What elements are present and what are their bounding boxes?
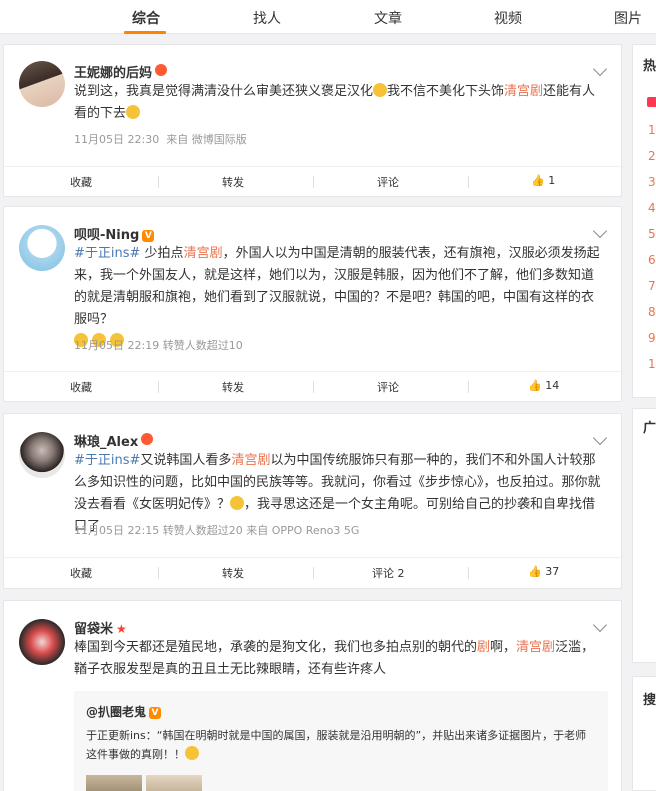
keyword-highlight[interactable]: 清宫剧 bbox=[184, 246, 223, 261]
source: 转赞人数超过10 bbox=[162, 339, 243, 352]
like-button[interactable]: 👍 37 bbox=[528, 565, 559, 578]
tab-people[interactable]: 找人 bbox=[253, 8, 281, 28]
hot-rank[interactable]: 9 bbox=[648, 331, 656, 345]
thumbs-up-icon: 👍 bbox=[528, 565, 542, 578]
chevron-down-icon[interactable] bbox=[592, 61, 608, 77]
keyword-highlight[interactable]: 清宫剧 bbox=[504, 84, 543, 99]
tab-images[interactable]: 图片 bbox=[614, 8, 642, 28]
post-card: 留袋米 ★ 棒国到今天都还是殖民地，承袭的是狗文化，我们也多拍点别的朝代的剧啊，清… bbox=[3, 600, 622, 791]
active-tab-indicator bbox=[124, 31, 166, 34]
comment-button[interactable]: 评论 bbox=[377, 379, 399, 395]
divider bbox=[158, 381, 159, 393]
collect-button[interactable]: 收藏 bbox=[70, 565, 92, 581]
member-badge-icon bbox=[155, 64, 168, 76]
hot-rank[interactable]: 2 bbox=[648, 149, 656, 163]
divider bbox=[468, 567, 469, 579]
ad-panel: 广 bbox=[632, 408, 656, 663]
hot-rank[interactable]: 8 bbox=[648, 305, 656, 319]
avatar[interactable] bbox=[19, 432, 65, 478]
tab-videos[interactable]: 视频 bbox=[494, 8, 522, 28]
post-text: 棒国到今天都还是殖民地，承袭的是狗文化，我们也多拍点别的朝代的剧啊，清宫剧泛滥，… bbox=[74, 640, 595, 677]
divider bbox=[313, 381, 314, 393]
quote-image[interactable] bbox=[146, 775, 202, 791]
keyword-highlight[interactable]: 清宫剧 bbox=[516, 640, 555, 655]
ad-panel-title: 广 bbox=[643, 421, 656, 436]
comment-button[interactable]: 评论 2 bbox=[372, 565, 405, 581]
post-card: 呗呗-Ning V #于正ins# 少拍点清宫剧，外国人以为中国是清朝的服装代表，… bbox=[3, 206, 622, 402]
action-bar: 收藏 转发 评论 👍 1 bbox=[4, 166, 621, 196]
thumbs-up-icon: 👍 bbox=[528, 379, 542, 392]
timestamp[interactable]: 11月05日 22:19 bbox=[74, 339, 159, 352]
hot-rank[interactable]: 1 bbox=[648, 123, 656, 137]
search-panel-title: 搜 bbox=[643, 693, 656, 708]
thumbs-up-icon: 👍 bbox=[531, 174, 545, 187]
tab-comprehensive[interactable]: 综合 bbox=[132, 8, 160, 28]
topic-link[interactable]: #于正ins# bbox=[74, 246, 140, 261]
source: 来自 微博国际版 bbox=[166, 133, 247, 146]
keyword-highlight[interactable]: 清宫剧 bbox=[231, 453, 270, 468]
action-bar: 收藏 转发 评论 2 👍 37 bbox=[4, 557, 621, 587]
emoji-icon bbox=[126, 105, 141, 119]
quoted-post[interactable]: @扒圈老鬼 V 于正更新ins：“韩国在明朝时就是中国的属国，服装就是沿用明朝的”… bbox=[74, 691, 608, 791]
hot-rank[interactable]: 4 bbox=[648, 201, 656, 215]
avatar[interactable] bbox=[19, 619, 65, 665]
emoji-icon bbox=[230, 496, 245, 510]
like-button[interactable]: 👍 1 bbox=[531, 174, 555, 187]
divider bbox=[158, 567, 159, 579]
avatar[interactable] bbox=[19, 61, 65, 107]
hot-search-panel: 热 1 2 3 4 5 6 7 8 9 10 bbox=[632, 44, 656, 398]
verified-badge-icon: V bbox=[149, 707, 162, 719]
collect-button[interactable]: 收藏 bbox=[70, 379, 92, 395]
divider bbox=[158, 176, 159, 188]
username[interactable]: 呗呗-Ning V bbox=[74, 224, 155, 243]
source: 转赞人数超过20 来自 OPPO Reno3 5G bbox=[162, 524, 360, 537]
topic-link[interactable]: #于正ins# bbox=[74, 453, 140, 468]
action-bar: 收藏 转发 评论 👍 14 bbox=[4, 371, 621, 401]
repost-button[interactable]: 转发 bbox=[222, 379, 244, 395]
top-nav: 综合 找人 文章 视频 图片 bbox=[0, 0, 656, 34]
username[interactable]: 王妮娜的后妈 bbox=[74, 62, 168, 81]
post-meta: 11月05日 22:30 来自 微博国际版 bbox=[74, 131, 247, 147]
post-card: 王妮娜的后妈 说到这，我真是觉得满清没什么审美还狭义褒足汉化 我不信不美化下头饰清… bbox=[3, 44, 622, 197]
member-badge-icon bbox=[141, 433, 154, 445]
comment-button[interactable]: 评论 bbox=[377, 174, 399, 190]
username[interactable]: 琳琅_Alex bbox=[74, 431, 154, 450]
thumbs-up-emoji-icon bbox=[185, 746, 199, 760]
timestamp[interactable]: 11月05日 22:30 bbox=[74, 133, 159, 146]
hot-rank[interactable]: 10 bbox=[648, 357, 656, 371]
hot-rank[interactable]: 5 bbox=[648, 227, 656, 241]
post-meta: 11月05日 22:19 转赞人数超过10 bbox=[74, 337, 243, 353]
chevron-down-icon[interactable] bbox=[592, 617, 608, 633]
hot-rank[interactable]: 6 bbox=[648, 253, 656, 267]
timestamp[interactable]: 11月05日 22:15 bbox=[74, 524, 159, 537]
repost-button[interactable]: 转发 bbox=[222, 174, 244, 190]
divider bbox=[313, 567, 314, 579]
verified-badge-icon: V bbox=[142, 230, 155, 242]
quote-text: 于正更新ins：“韩国在明朝时就是中国的属国，服装就是沿用明朝的”，并贴出来诸多… bbox=[86, 729, 587, 761]
post-text: 说到这，我真是觉得满清没什么审美还狭义褒足汉化 我不信不美化下头饰清宫剧还能有人看… bbox=[74, 83, 596, 121]
emoji-icon bbox=[373, 83, 388, 97]
quote-image[interactable] bbox=[86, 775, 142, 791]
chevron-down-icon[interactable] bbox=[592, 430, 608, 446]
divider bbox=[313, 176, 314, 188]
divider bbox=[468, 381, 469, 393]
like-button[interactable]: 👍 14 bbox=[528, 379, 559, 392]
quote-author[interactable]: @扒圈老鬼 V bbox=[86, 703, 162, 720]
avatar[interactable] bbox=[19, 225, 65, 271]
pin-icon bbox=[647, 97, 656, 107]
hot-rank[interactable]: 7 bbox=[648, 279, 656, 293]
username[interactable]: 留袋米 ★ bbox=[74, 618, 127, 637]
collect-button[interactable]: 收藏 bbox=[70, 174, 92, 190]
repost-button[interactable]: 转发 bbox=[222, 565, 244, 581]
post-card: 琳琅_Alex #于正ins#又说韩国人看多清宫剧以为中国传统服饰只有那一种的，… bbox=[3, 413, 622, 589]
hot-panel-title: 热 bbox=[643, 59, 656, 74]
post-meta: 11月05日 22:15 转赞人数超过20 来自 OPPO Reno3 5G bbox=[74, 522, 359, 538]
chevron-down-icon[interactable] bbox=[592, 223, 608, 239]
keyword-highlight[interactable]: 剧 bbox=[477, 640, 490, 655]
hot-rank[interactable]: 3 bbox=[648, 175, 656, 189]
search-panel: 搜 bbox=[632, 676, 656, 791]
star-icon: ★ bbox=[116, 622, 127, 636]
tab-articles[interactable]: 文章 bbox=[374, 8, 402, 28]
divider bbox=[468, 176, 469, 188]
